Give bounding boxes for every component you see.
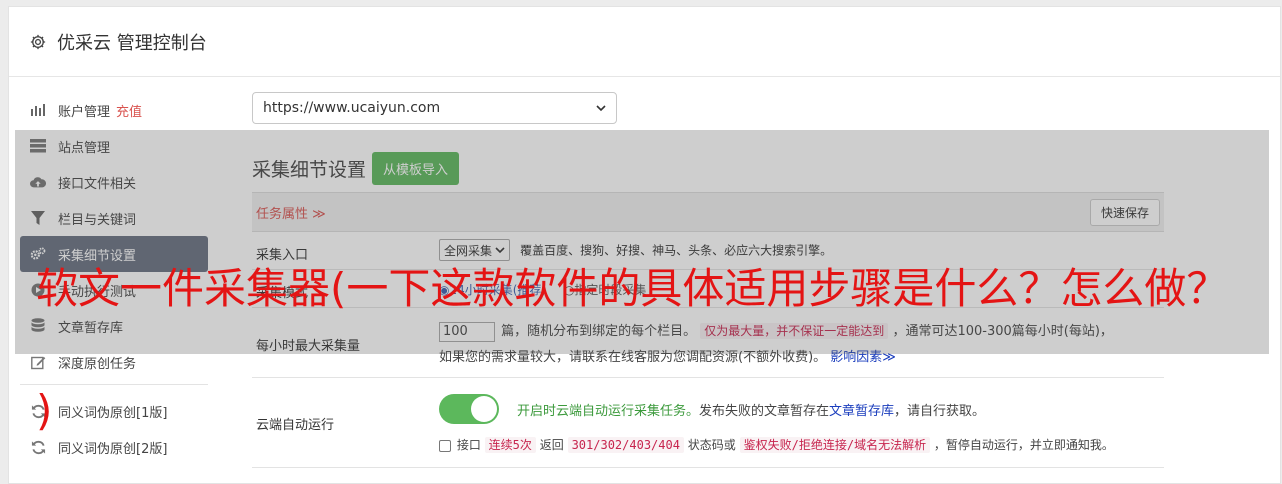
bar-chart-icon (30, 102, 46, 118)
recharge-link[interactable]: 充值 (116, 101, 142, 120)
sidebar-item-label: 账户管理 (58, 104, 111, 120)
chk-label: 接口 (456, 438, 481, 452)
sidebar-item-account[interactable]: 账户管理 充值 (20, 92, 210, 128)
toggle-knob (471, 396, 497, 422)
article-store-link[interactable]: 文章暂存库 (829, 400, 894, 419)
sidebar-item-label: 同义词伪原创[2版] (58, 441, 168, 457)
sidebar-item-label: 同义词伪原创[1版] (58, 405, 168, 421)
cloud-tag: 301/302/403/404 (567, 437, 684, 453)
cloud-green-text: 开启时云端自动运行采集任务。 (517, 403, 700, 419)
cloud-text: ，请自行获取。 (894, 403, 986, 419)
cloud-text: ，暂停自动运行，并立即通知我。 (933, 438, 1114, 452)
cloud-text: 发布失败的文章暂存在 (699, 403, 830, 419)
sidebar-item-label: 深度原创任务 (58, 356, 137, 372)
sidebar-divider (20, 384, 208, 385)
cloud-text: 状态码或 (687, 438, 736, 452)
gear-icon (30, 34, 46, 49)
cloud-tag: 鉴权失败/拒绝连接/域名无法解析 (739, 437, 931, 453)
site-select[interactable]: https://www.ucaiyun.com (252, 92, 617, 124)
row-cloud-auto: 云端自动运行 开启时云端自动运行采集任务。 发布失败的文章暂存在 文章暂存库 ，… (252, 378, 1164, 468)
overlay-title-cont: ) (36, 386, 53, 435)
overlay-title: 软文一件采集器(一下这款软件的具体适用步骤是什么？怎么做？ (36, 264, 1229, 313)
chevron-down-icon (596, 105, 606, 112)
pause-checkbox[interactable] (439, 439, 451, 452)
cloud-auto-toggle[interactable] (439, 394, 499, 424)
banner-overlay (15, 130, 1269, 354)
cloud-tag: 连续5次 (484, 437, 536, 453)
edit-icon (30, 354, 46, 370)
page-title: 优采云 管理控制台 (57, 32, 207, 54)
site-select-value: https://www.ucaiyun.com (263, 100, 441, 116)
row-label: 云端自动运行 (256, 418, 335, 433)
panel-header: 优采云 管理控制台 (9, 7, 1280, 77)
refresh-icon (30, 439, 46, 455)
cloud-text: 返回 (539, 438, 564, 452)
